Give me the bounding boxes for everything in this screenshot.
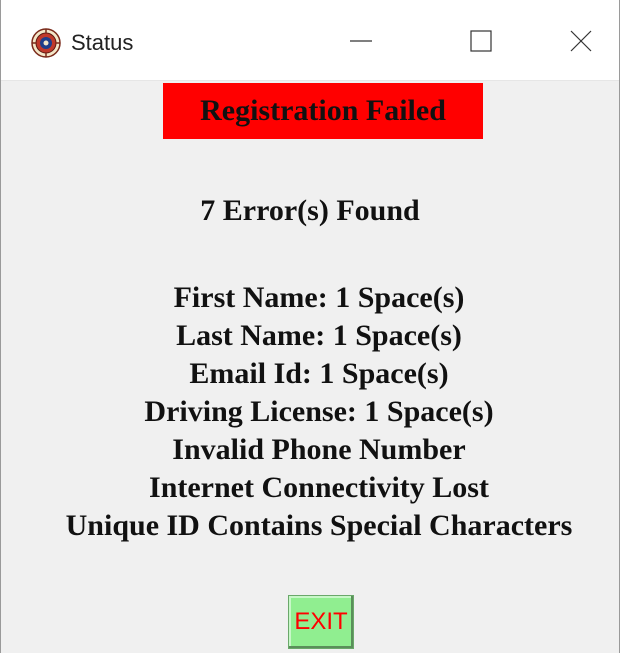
status-content: Registration Failed 7 Error(s) Found Fir…: [1, 81, 619, 653]
error-item: Internet Connectivity Lost: [149, 471, 489, 504]
maximize-icon: [469, 29, 493, 58]
title-bar[interactable]: Status: [1, 0, 619, 81]
error-item: Last Name: 1 Space(s): [176, 319, 462, 352]
minimize-button[interactable]: [331, 20, 391, 66]
registration-failed-banner: Registration Failed: [163, 83, 483, 139]
minimize-icon: [349, 29, 373, 58]
close-icon: [569, 29, 593, 58]
error-item: Driving License: 1 Space(s): [144, 395, 494, 428]
status-window: Status Registration Failed 7 Error(s) Fo…: [0, 0, 620, 653]
close-button[interactable]: [551, 20, 611, 66]
error-item: First Name: 1 Space(s): [173, 281, 465, 314]
error-count: 7 Error(s) Found: [200, 194, 420, 227]
maximize-button[interactable]: [451, 20, 511, 66]
exit-button[interactable]: EXIT: [288, 595, 354, 649]
error-item: Email Id: 1 Space(s): [189, 357, 449, 390]
error-list: First Name: 1 Space(s) Last Name: 1 Spac…: [1, 279, 622, 545]
app-emblem-icon: [31, 28, 61, 58]
window-title: Status: [71, 30, 134, 55]
error-item: Unique ID Contains Special Characters: [65, 509, 573, 542]
error-item: Invalid Phone Number: [172, 433, 466, 466]
